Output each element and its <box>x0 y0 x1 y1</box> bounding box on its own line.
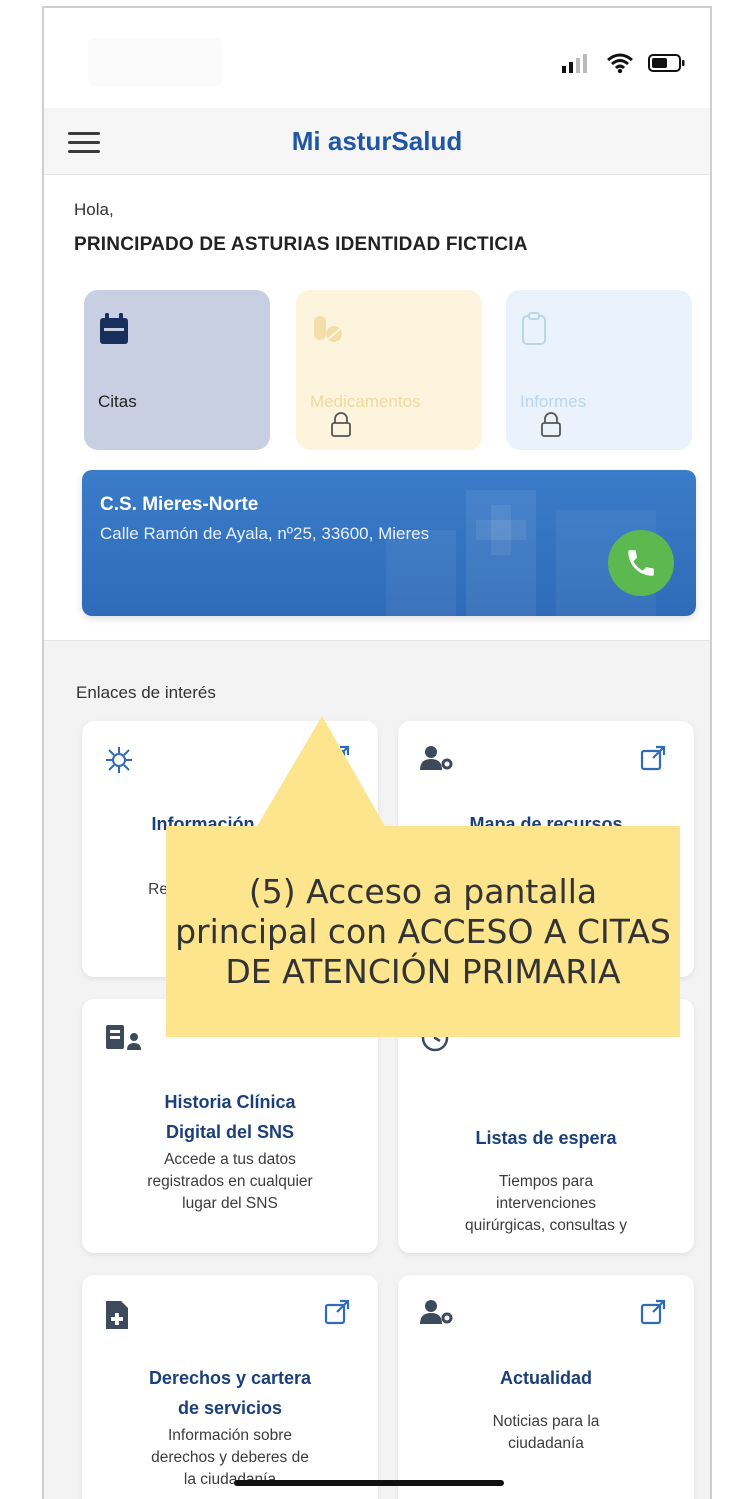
card-title: Derechos y cartera de servicios <box>92 1363 368 1423</box>
pills-icon <box>314 316 342 342</box>
status-time-area <box>88 38 222 86</box>
link-card-actualidad[interactable]: Actualidad Noticias para la ciudadanía <box>398 1275 694 1499</box>
card-title: Historia Clínica Digital del SNS <box>92 1087 368 1147</box>
app-title: Mi asturSalud <box>291 126 463 156</box>
external-link-icon[interactable] <box>640 1299 666 1325</box>
health-center-card[interactable]: C.S. Mieres-Norte Calle Ramón de Ayala, … <box>82 470 696 616</box>
link-card-historia-clinica[interactable]: Historia Clínica Digital del SNS Accede … <box>82 999 378 1253</box>
card-description: Noticias para la ciudadanía <box>408 1411 684 1455</box>
link-card-listas-espera[interactable]: Listas de espera Tiempos para intervenci… <box>398 999 694 1253</box>
card-title-line: Historia Clínica <box>164 1092 296 1112</box>
status-icons <box>562 52 686 74</box>
tile-label: Medicamentos <box>310 392 421 411</box>
card-desc-line: Tiempos para <box>498 1173 594 1190</box>
card-desc-line: Información sobre <box>167 1427 293 1444</box>
lock-icon <box>541 412 561 437</box>
card-desc-line: Accede a tus datos <box>164 1151 296 1168</box>
signal-icon <box>562 54 587 73</box>
tile-label: Informes <box>520 392 587 411</box>
health-center-name: C.S. Mieres-Norte <box>100 494 259 515</box>
tile-informes[interactable]: Informes <box>506 290 692 450</box>
call-button[interactable] <box>608 530 674 596</box>
card-desc-line: derechos y deberes de <box>151 1449 309 1466</box>
health-center-address: Calle Ramón de Ayala, nº25, 33600, Miere… <box>100 524 430 543</box>
card-title-line: Derechos y cartera <box>148 1368 312 1388</box>
clipboard-icon <box>522 312 546 345</box>
card-title: Actualidad <box>499 1368 592 1388</box>
status-bar <box>44 8 710 108</box>
card-title: Listas de espera <box>475 1128 617 1148</box>
callout-text: (5) Acceso a pantalla principal con ACCE… <box>175 871 671 991</box>
card-description: Tiempos para intervenciones quirúrgicas,… <box>408 1171 684 1237</box>
card-title-line: Digital del SNS <box>165 1122 295 1142</box>
tile-label: Citas <box>98 392 137 411</box>
id-card-icon <box>106 1025 141 1050</box>
card-desc-line: intervenciones <box>496 1195 596 1212</box>
callout-pointer <box>256 716 386 828</box>
tile-medicamentos[interactable]: Medicamentos <box>296 290 482 450</box>
card-desc-line: quirúrgicas, consultas y <box>465 1217 627 1234</box>
wifi-icon <box>607 53 633 74</box>
external-link-icon[interactable] <box>640 745 666 771</box>
user-settings-icon <box>420 746 453 770</box>
card-desc-line: lugar del SNS <box>182 1195 278 1212</box>
user-settings-icon <box>420 1300 453 1324</box>
card-desc-line: registrados en cualquier <box>147 1173 313 1190</box>
external-link-icon[interactable] <box>324 1299 350 1325</box>
links-title: Enlaces de interés <box>76 683 216 702</box>
app-header: Mi asturSalud <box>44 108 710 175</box>
card-desc-line: Noticias para la <box>492 1413 600 1430</box>
calendar-icon <box>100 313 128 344</box>
user-name: PRINCIPADO DE ASTURIAS IDENTIDAD FICTICI… <box>74 234 528 255</box>
tile-citas[interactable]: Citas <box>84 290 270 450</box>
virus-icon <box>106 747 132 773</box>
phone-icon <box>628 550 654 576</box>
home-indicator <box>234 1480 504 1486</box>
card-desc-line: ciudadanía <box>508 1435 584 1452</box>
greeting-text: Hola, <box>74 200 114 219</box>
battery-icon <box>648 54 685 72</box>
card-description: Accede a tus datos registrados en cualqu… <box>92 1149 368 1215</box>
link-card-derechos[interactable]: Derechos y cartera de servicios Informac… <box>82 1275 378 1499</box>
annotation-callout: (5) Acceso a pantalla principal con ACCE… <box>166 716 680 1037</box>
lock-icon <box>331 412 351 437</box>
card-title-line: de servicios <box>177 1398 283 1418</box>
medical-file-icon <box>106 1301 128 1329</box>
